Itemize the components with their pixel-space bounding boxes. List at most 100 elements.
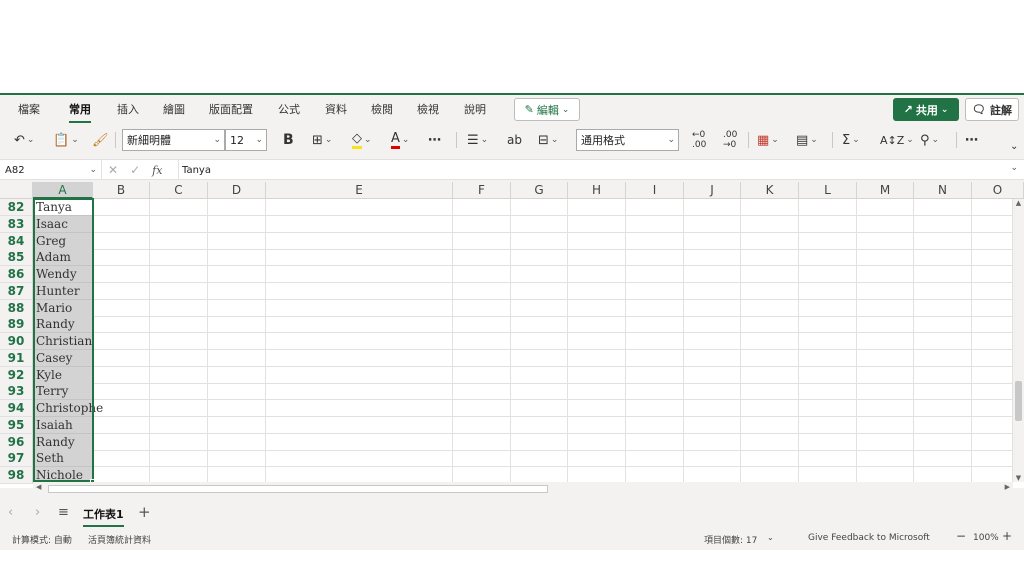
grid-cell[interactable] (511, 450, 568, 468)
grid-cell[interactable] (857, 450, 914, 468)
grid-cell[interactable] (93, 215, 150, 233)
grid-cell[interactable] (684, 416, 741, 434)
column-header-m[interactable]: M (857, 182, 914, 199)
cell-a[interactable]: Christian (33, 333, 93, 350)
grid-cell[interactable] (208, 366, 266, 384)
grid-cell[interactable] (208, 383, 266, 401)
undo-button[interactable]: ↶ ⌄ (14, 129, 34, 151)
grid-cell[interactable] (93, 333, 150, 350)
grid-cell[interactable] (511, 383, 568, 401)
grid-cell[interactable] (453, 450, 511, 468)
grid-cell[interactable] (799, 333, 857, 350)
grid-cell[interactable] (511, 316, 568, 334)
grid-cell[interactable] (93, 450, 150, 468)
row-header[interactable]: 88 (0, 299, 33, 317)
grid-cell[interactable] (568, 215, 626, 233)
grid-cell[interactable] (511, 199, 568, 216)
cell-a[interactable]: Seth (33, 450, 93, 468)
row-header[interactable]: 83 (0, 215, 33, 233)
grid-cell[interactable] (266, 383, 453, 401)
sort-filter-button[interactable]: A↕Z ⌄ (880, 129, 914, 151)
merge-button[interactable]: ⊟ ⌄ (538, 129, 558, 151)
grid-cell[interactable] (972, 366, 1013, 384)
horizontal-scrollbar[interactable]: ◀ ▶ (33, 482, 1013, 495)
grid-cell[interactable] (568, 383, 626, 401)
column-header-j[interactable]: J (684, 182, 741, 199)
column-header-h[interactable]: H (568, 182, 626, 199)
grid-cell[interactable] (972, 349, 1013, 367)
grid-cell[interactable] (684, 282, 741, 300)
grid-cell[interactable] (972, 249, 1013, 267)
grid-cell[interactable] (914, 232, 972, 250)
column-header-c[interactable]: C (150, 182, 208, 199)
grid-cell[interactable] (626, 299, 684, 317)
column-header-e[interactable]: E (266, 182, 453, 199)
grid-cell[interactable] (266, 450, 453, 468)
tab-data[interactable]: 資料 (325, 101, 347, 119)
grid-cell[interactable] (208, 199, 266, 216)
tab-file[interactable]: 檔案 (18, 101, 40, 119)
grid-cell[interactable] (684, 199, 741, 216)
grid-cell[interactable] (568, 366, 626, 384)
grid-cell[interactable] (914, 282, 972, 300)
cell-a[interactable]: Kyle (33, 366, 93, 384)
grid-cell[interactable] (626, 266, 684, 283)
grid-cell[interactable] (914, 299, 972, 317)
grid-cell[interactable] (150, 416, 208, 434)
grid-cell[interactable] (568, 249, 626, 267)
grid-cell[interactable] (511, 299, 568, 317)
grid-cell[interactable] (972, 333, 1013, 350)
cell-a[interactable]: Greg (33, 232, 93, 250)
grid-cell[interactable] (741, 383, 799, 401)
column-header-i[interactable]: I (626, 182, 684, 199)
grid-cell[interactable] (266, 232, 453, 250)
grid-cell[interactable] (511, 400, 568, 417)
column-header-f[interactable]: F (453, 182, 511, 199)
grid-cell[interactable] (266, 400, 453, 417)
grid-cell[interactable] (93, 349, 150, 367)
prev-sheet-icon[interactable]: ‹ (8, 505, 13, 520)
row-header[interactable]: 87 (0, 282, 33, 300)
sheet-tab-1[interactable]: 工作表1 (83, 503, 124, 527)
paste-button[interactable]: 📋 ⌄ (53, 129, 79, 151)
grid-cell[interactable] (266, 299, 453, 317)
font-name-select[interactable]: 新細明體 ⌄ (122, 129, 225, 151)
column-header-b[interactable]: B (93, 182, 150, 199)
autosum-button[interactable]: Σ ⌄ (842, 129, 860, 151)
grid-cell[interactable] (208, 215, 266, 233)
grid-cell[interactable] (568, 450, 626, 468)
grid-cell[interactable] (799, 199, 857, 216)
grid-cell[interactable] (626, 232, 684, 250)
tab-insert[interactable]: 插入 (117, 101, 139, 119)
grid-cell[interactable] (914, 433, 972, 451)
grid-cell[interactable] (266, 366, 453, 384)
grid-cell[interactable] (741, 266, 799, 283)
grid-cell[interactable] (511, 433, 568, 451)
tab-formulas[interactable]: 公式 (278, 101, 300, 119)
grid-cell[interactable] (266, 433, 453, 451)
grid-cell[interactable] (626, 333, 684, 350)
cell-a[interactable]: Wendy (33, 266, 93, 283)
grid-cell[interactable] (266, 215, 453, 233)
grid-cell[interactable] (626, 400, 684, 417)
grid-cell[interactable] (568, 400, 626, 417)
grid-cell[interactable] (684, 366, 741, 384)
grid-cell[interactable] (914, 266, 972, 283)
grid-cell[interactable] (741, 282, 799, 300)
grid-cell[interactable] (684, 316, 741, 334)
grid-cell[interactable] (626, 366, 684, 384)
grid-cell[interactable] (266, 266, 453, 283)
grid-cell[interactable] (208, 299, 266, 317)
selection-count[interactable]: 項目個數: 17 (704, 533, 757, 546)
grid-cell[interactable] (93, 199, 150, 216)
cell-a[interactable]: Hunter (33, 282, 93, 300)
row-header[interactable]: 86 (0, 266, 33, 283)
grid-cell[interactable] (93, 266, 150, 283)
grid-cell[interactable] (914, 249, 972, 267)
grid-cell[interactable] (511, 349, 568, 367)
grid-cell[interactable] (626, 450, 684, 468)
scroll-right-icon[interactable]: ▶ (1005, 483, 1010, 491)
grid-cell[interactable] (684, 232, 741, 250)
grid-cell[interactable] (266, 416, 453, 434)
grid-cell[interactable] (799, 249, 857, 267)
